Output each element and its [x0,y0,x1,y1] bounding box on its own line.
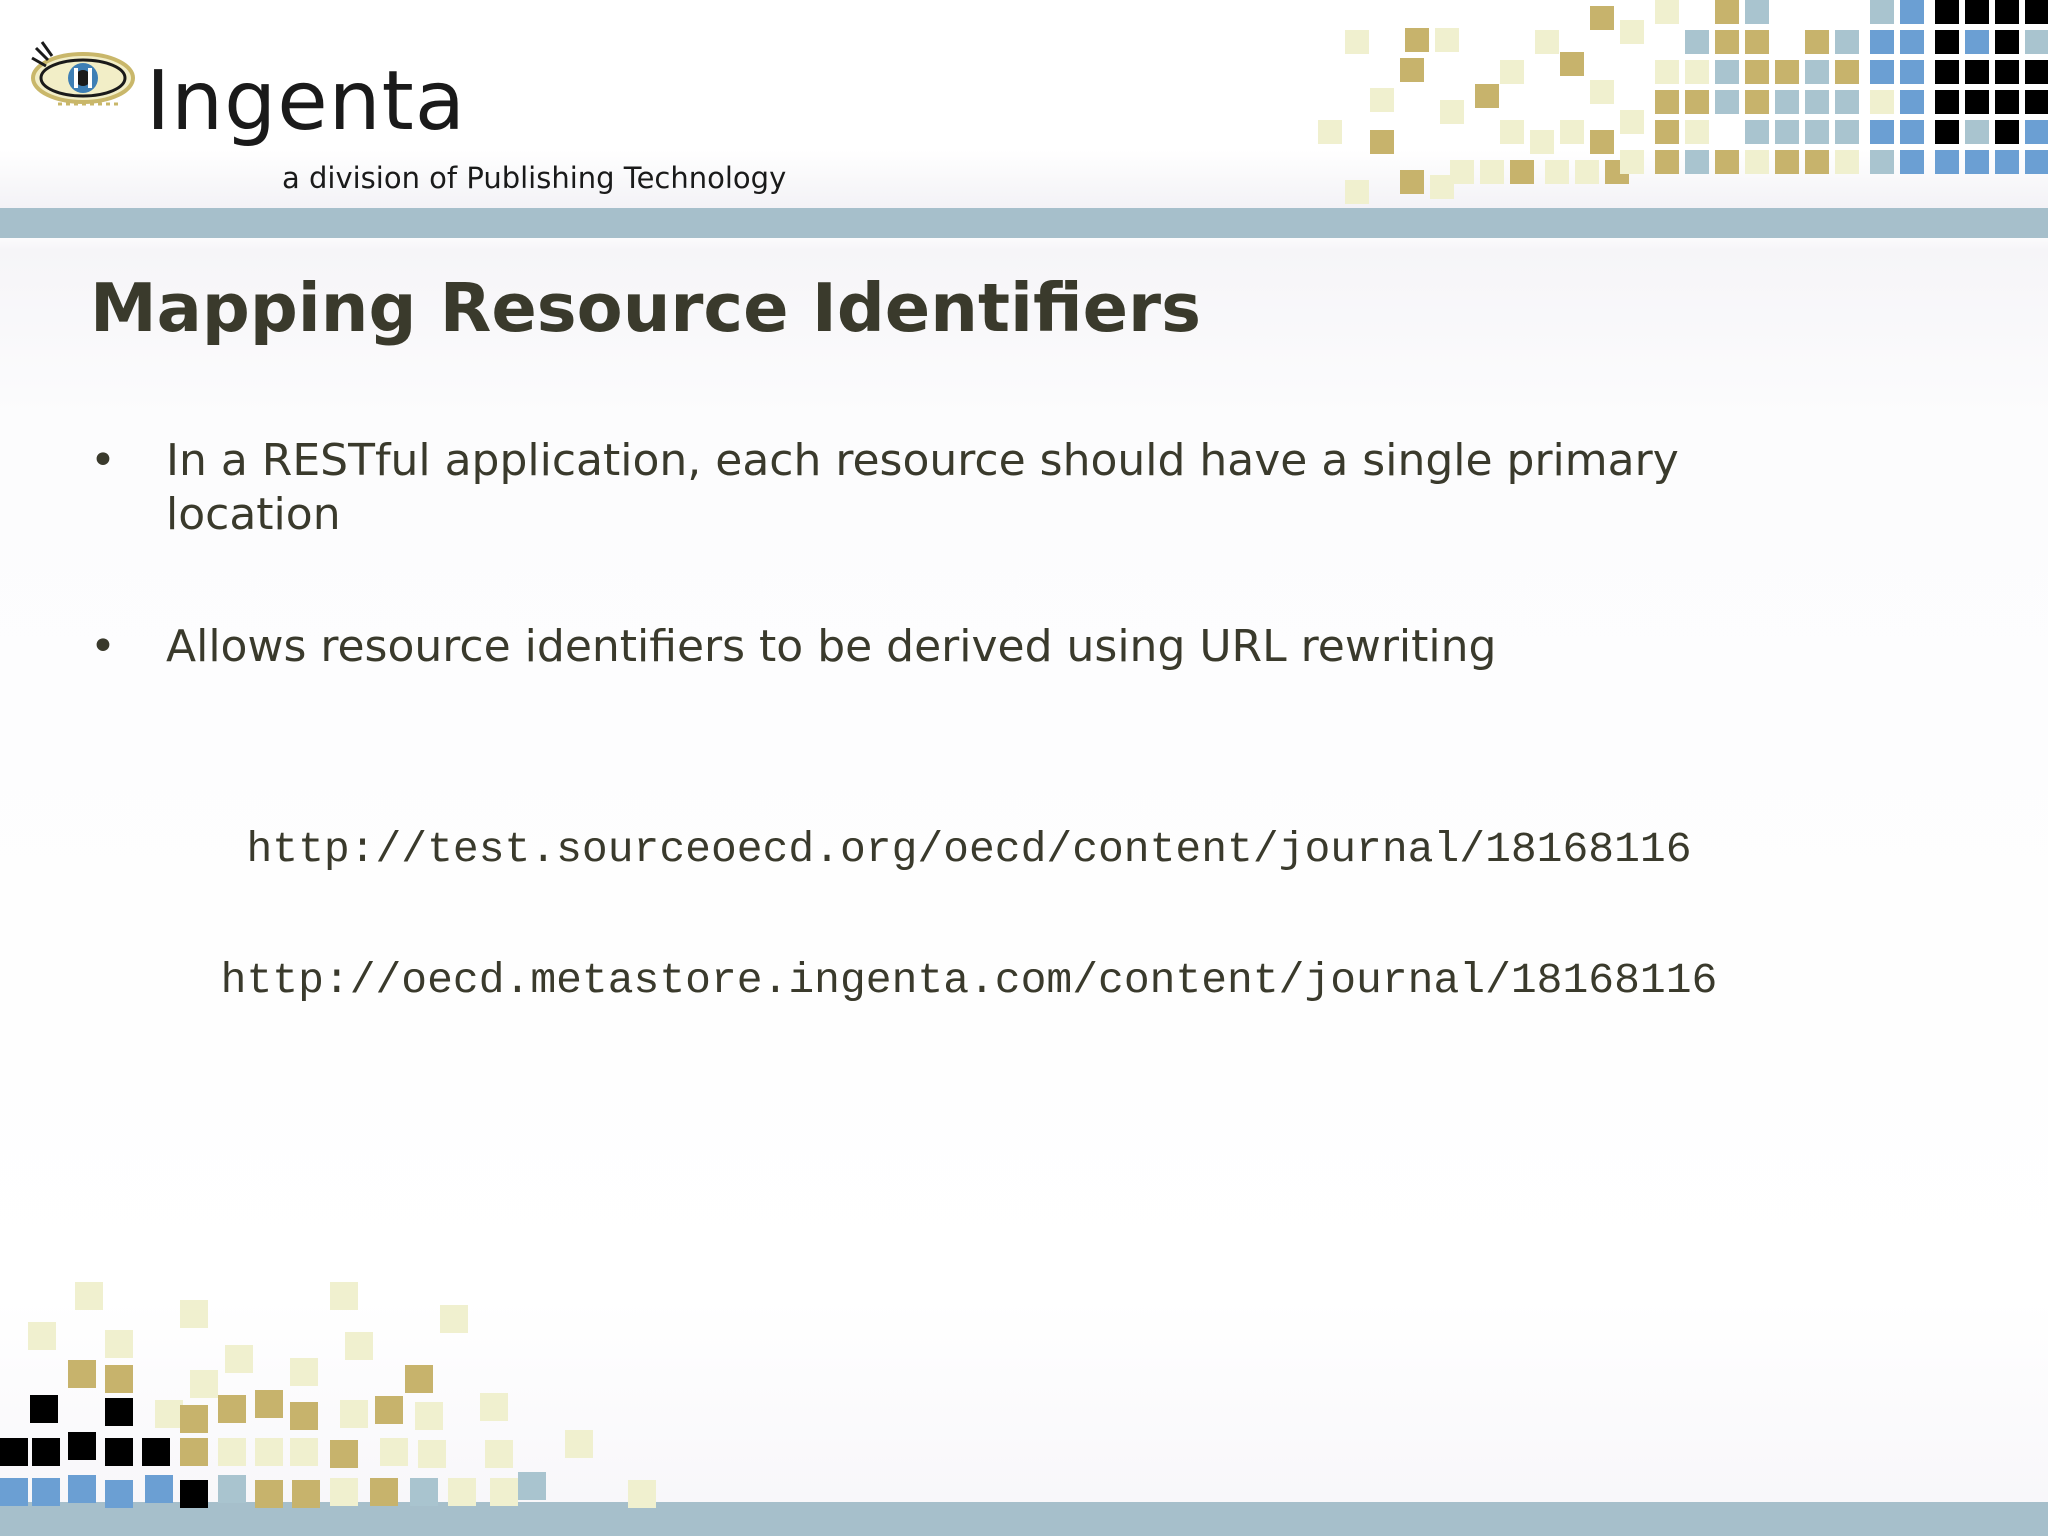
bullet-item: • Allows resource identifiers to be deri… [90,620,1790,674]
mosaic-square [485,1440,513,1468]
eye-logo-icon [31,41,135,106]
mosaic-square [480,1393,508,1421]
mosaic-square [68,1432,96,1460]
mosaic-square [190,1370,218,1398]
slide: Ingenta a division of Publishing Technol… [0,0,2048,1536]
mosaic-square [105,1330,133,1358]
mosaic-square [75,1282,103,1310]
mosaic-square [105,1365,133,1393]
mosaic-square [180,1300,208,1328]
mosaic-square [290,1358,318,1386]
mosaic-square [255,1438,283,1466]
slide-title: Mapping Resource Identifiers [90,269,1201,347]
mosaic-square [142,1438,170,1466]
mosaic-square [518,1472,546,1500]
mosaic-square [440,1305,468,1333]
mosaic-square [290,1438,318,1466]
mosaic-square [255,1390,283,1418]
bullet-text: Allows resource identifiers to be derive… [166,621,1497,672]
company-logo-name: Ingenta [146,54,467,149]
mosaic-square [330,1440,358,1468]
mosaic-square [28,1322,56,1350]
bullet-list: • In a RESTful application, each resourc… [90,434,1790,674]
mosaic-square [30,1395,58,1423]
mosaic-square [218,1438,246,1466]
mosaic-square [32,1438,60,1466]
mosaic-square [340,1400,368,1428]
example-url-source: http://test.sourceoecd.org/oecd/content/… [246,825,1692,874]
header-band [0,208,2048,238]
mosaic-square [290,1402,318,1430]
mosaic-square [330,1282,358,1310]
example-url-metastore: http://oecd.metastore.ingenta.com/conten… [220,956,1718,1005]
footer-band [0,1502,2048,1536]
mosaic-square [68,1475,96,1503]
mosaic-square [415,1402,443,1430]
mosaic-square [225,1345,253,1373]
mosaic-square [145,1475,173,1503]
mosaic-square [180,1405,208,1433]
mosaic-square [105,1438,133,1466]
mosaic-square [218,1475,246,1503]
mosaic-square [345,1332,373,1360]
mosaic-square [218,1395,246,1423]
mosaic-square [380,1438,408,1466]
mosaic-square [405,1365,433,1393]
mosaic-square [105,1398,133,1426]
mosaic-square [418,1440,446,1468]
mosaic-square [0,1438,28,1466]
mosaic-square [155,1400,183,1428]
bullet-text: In a RESTful application, each resource … [166,435,1679,540]
company-tagline: a division of Publishing Technology [282,161,787,195]
bullet-marker: • [90,621,116,672]
bullet-item: • In a RESTful application, each resourc… [90,434,1790,542]
mosaic-square [68,1360,96,1388]
mosaic-square [375,1396,403,1424]
bullet-marker: • [90,435,116,486]
mosaic-square [565,1430,593,1458]
mosaic-square [180,1438,208,1466]
